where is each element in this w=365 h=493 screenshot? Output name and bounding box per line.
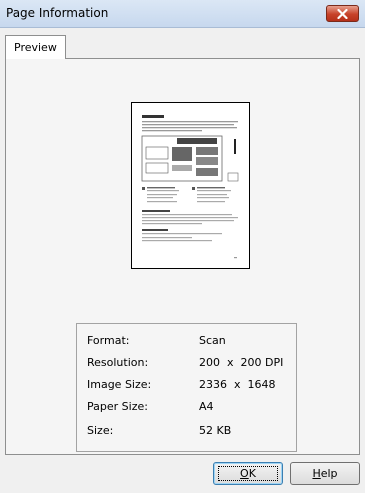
- ok-button-label: OK: [240, 467, 256, 480]
- size-value: 52 KB: [199, 424, 232, 437]
- close-button[interactable]: [326, 5, 359, 22]
- image-size-label: Image Size:: [87, 378, 152, 391]
- info-row-size: Size: 52 KB: [87, 424, 287, 440]
- size-label: Size:: [87, 424, 114, 437]
- window-title: Page Information: [6, 6, 109, 20]
- page-info-box: Format: Scan Resolution: 200 x 200 DPI I…: [76, 323, 297, 452]
- paper-size-label: Paper Size:: [87, 400, 148, 413]
- page-preview-image: [141, 115, 239, 259]
- format-value: Scan: [199, 334, 226, 347]
- close-icon: [337, 8, 348, 19]
- paper-size-value: A4: [199, 400, 214, 413]
- info-row-image-size: Image Size: 2336 x 1648: [87, 378, 287, 394]
- help-button-label: Help: [312, 467, 338, 480]
- info-row-format: Format: Scan: [87, 334, 287, 350]
- info-row-paper-size: Paper Size: A4: [87, 400, 287, 416]
- resolution-value: 200 x 200 DPI: [199, 356, 284, 369]
- tab-preview-label: Preview: [14, 41, 57, 54]
- ok-button[interactable]: OK: [213, 462, 283, 485]
- info-row-resolution: Resolution: 200 x 200 DPI: [87, 356, 287, 372]
- page-preview-thumbnail: [131, 102, 250, 269]
- format-label: Format:: [87, 334, 130, 347]
- help-button[interactable]: Help: [290, 462, 360, 485]
- image-size-value: 2336 x 1648: [199, 378, 276, 391]
- resolution-label: Resolution:: [87, 356, 149, 369]
- tab-preview[interactable]: Preview: [5, 35, 66, 59]
- preview-panel: Format: Scan Resolution: 200 x 200 DPI I…: [5, 58, 360, 455]
- title-bar: Page Information: [0, 0, 365, 28]
